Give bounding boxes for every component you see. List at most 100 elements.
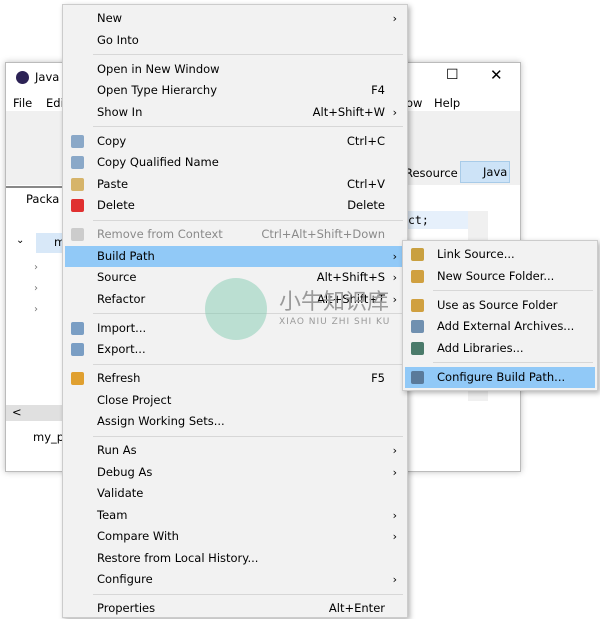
menu-separator <box>433 290 593 291</box>
menu-item-label: Restore from Local History... <box>97 550 259 565</box>
perspective-java[interactable]: Java <box>460 161 510 183</box>
menu-item-add-libraries[interactable]: Add Libraries... <box>405 338 595 359</box>
menu-item-debug-as[interactable]: Debug As › <box>65 462 405 483</box>
menu-separator <box>93 54 403 55</box>
export-icon <box>71 343 84 356</box>
submenu-arrow-icon: › <box>392 249 397 263</box>
menu-item-properties[interactable]: Properties Alt+Enter <box>65 598 405 619</box>
tree-expand-icon[interactable]: ⌄ <box>16 235 24 246</box>
refresh-icon <box>71 372 84 385</box>
menu-item-label: Open in New Window <box>97 61 220 76</box>
menu-item-copy-qualified-name[interactable]: Copy Qualified Name <box>65 152 405 173</box>
menu-item-validate[interactable]: Validate <box>65 483 405 504</box>
menu-item-new[interactable]: New › <box>65 8 405 29</box>
menu-item-delete[interactable]: Delete Delete <box>65 195 405 216</box>
import-icon <box>71 321 84 335</box>
menu-item-show-in[interactable]: Show In Alt+Shift+W › <box>65 102 405 123</box>
menu-item-go-into[interactable]: Go Into <box>65 30 405 51</box>
menu-item-label: Go Into <box>97 32 139 47</box>
menu-item-build-path[interactable]: Build Path › <box>65 245 405 267</box>
tree-children-icons[interactable]: › › › <box>34 257 38 320</box>
menu-item-label: Copy <box>97 133 127 148</box>
menu-item-import[interactable]: Import... <box>65 318 405 339</box>
package-explorer-tab[interactable]: Packa <box>6 186 64 210</box>
submenu-arrow-icon: › <box>392 105 397 119</box>
submenu-arrow-icon: › <box>392 508 397 522</box>
menu-item-label: Paste <box>97 176 129 191</box>
menu-item-new-source-folder[interactable]: New Source Folder... <box>405 266 595 287</box>
menu-item-compare-with[interactable]: Compare With › <box>65 526 405 547</box>
menu-item-restore-from-local-history[interactable]: Restore from Local History... <box>65 548 405 569</box>
submenu-arrow-icon: › <box>392 292 397 306</box>
close-button[interactable]: ✕ <box>490 66 503 84</box>
use-source-folder-icon <box>411 298 424 312</box>
configure-build-path-icon <box>411 370 424 384</box>
menu-item-label: Source <box>97 270 137 284</box>
menu-item-refactor[interactable]: Refactor Alt+Shift+T › <box>65 289 405 310</box>
menu-window[interactable]: ow <box>406 96 422 110</box>
editor-code: ct; <box>408 211 468 229</box>
menu-item-label: Validate <box>97 486 144 500</box>
delete-icon <box>71 199 84 212</box>
menu-help[interactable]: Help <box>434 96 460 110</box>
menu-item-export[interactable]: Export... <box>65 339 405 360</box>
perspective-resource[interactable]: Resource <box>405 166 458 180</box>
menu-item-label: Refresh <box>97 371 141 385</box>
menu-separator <box>93 313 403 314</box>
menu-item-label: Add Libraries... <box>437 340 524 355</box>
menu-item-configure[interactable]: Configure › <box>65 569 405 590</box>
horizontal-scrollbar[interactable]: < <box>6 405 66 421</box>
menu-item-close-project[interactable]: Close Project <box>65 390 405 411</box>
menu-item-configure-build-path[interactable]: Configure Build Path... <box>405 366 595 388</box>
menu-item-label: Compare With <box>97 529 179 543</box>
new-source-folder-icon <box>411 269 424 283</box>
status-bar-text: my_p <box>33 430 65 444</box>
menu-item-label: Delete <box>97 198 135 212</box>
menu-item-label: Add External Archives... <box>437 319 575 333</box>
menu-item-use-as-source-folder[interactable]: Use as Source Folder <box>405 295 595 316</box>
menu-item-run-as[interactable]: Run As › <box>65 440 405 461</box>
submenu-arrow-icon: › <box>392 530 397 543</box>
menu-item-shortcut: F5 <box>371 371 385 385</box>
menu-item-paste[interactable]: Paste Ctrl+V <box>65 174 405 195</box>
menu-item-label: Team <box>97 507 128 522</box>
menu-item-open-in-new-window[interactable]: Open in New Window <box>65 59 405 80</box>
menu-item-link-source[interactable]: Link Source... <box>405 244 595 265</box>
submenu-arrow-icon: › <box>392 271 397 284</box>
submenu-arrow-icon: › <box>392 465 397 479</box>
menu-separator <box>93 435 403 437</box>
menu-item-label: Run As <box>97 443 137 457</box>
submenu-arrow-icon: › <box>392 12 397 25</box>
menu-file[interactable]: File <box>13 96 32 110</box>
menu-item-copy[interactable]: Copy Ctrl+C <box>65 131 405 152</box>
menu-item-label: Build Path <box>97 248 155 263</box>
menu-item-label: Link Source... <box>437 247 515 261</box>
menu-separator <box>433 362 593 363</box>
context-menu: New › Go Into Open in New Window Open Type H… <box>62 4 408 618</box>
menu-item-label: Properties <box>97 601 156 615</box>
submenu-arrow-icon: › <box>392 444 397 457</box>
menu-item-label: Close Project <box>97 392 172 407</box>
menu-item-label: New Source Folder... <box>437 268 555 283</box>
menu-item-source[interactable]: Source Alt+Shift+S › <box>65 267 405 288</box>
submenu-arrow-icon: › <box>392 573 397 586</box>
package-explorer-label: Packa <box>26 192 60 206</box>
menu-item-team[interactable]: Team › <box>65 505 405 526</box>
maximize-button[interactable]: ☐ <box>446 67 459 83</box>
menu-item-open-type-hierarchy[interactable]: Open Type Hierarchy F4 <box>65 80 405 101</box>
menu-item-label: Remove from Context <box>97 227 223 241</box>
menu-item-label: Open Type Hierarchy <box>97 83 218 97</box>
menu-item-shortcut: Ctrl+C <box>346 133 385 148</box>
menu-item-add-external-archives[interactable]: Add External Archives... <box>405 316 595 337</box>
menu-item-refresh[interactable]: Refresh F5 <box>65 368 405 389</box>
menu-separator <box>93 593 403 595</box>
add-archives-icon <box>411 320 424 333</box>
menu-item-label: Configure <box>97 572 153 586</box>
menu-item-shortcut: Ctrl+V <box>347 176 385 191</box>
remove-context-icon <box>71 228 84 241</box>
menu-item-shortcut: Delete <box>347 198 385 212</box>
menu-item-label: Refactor <box>97 291 146 306</box>
menu-item-shortcut: Ctrl+Alt+Shift+Down <box>261 227 385 241</box>
menu-item-assign-working-sets[interactable]: Assign Working Sets... <box>65 411 405 432</box>
build-path-submenu: Link Source... New Source Folder... Use as… <box>402 240 598 391</box>
